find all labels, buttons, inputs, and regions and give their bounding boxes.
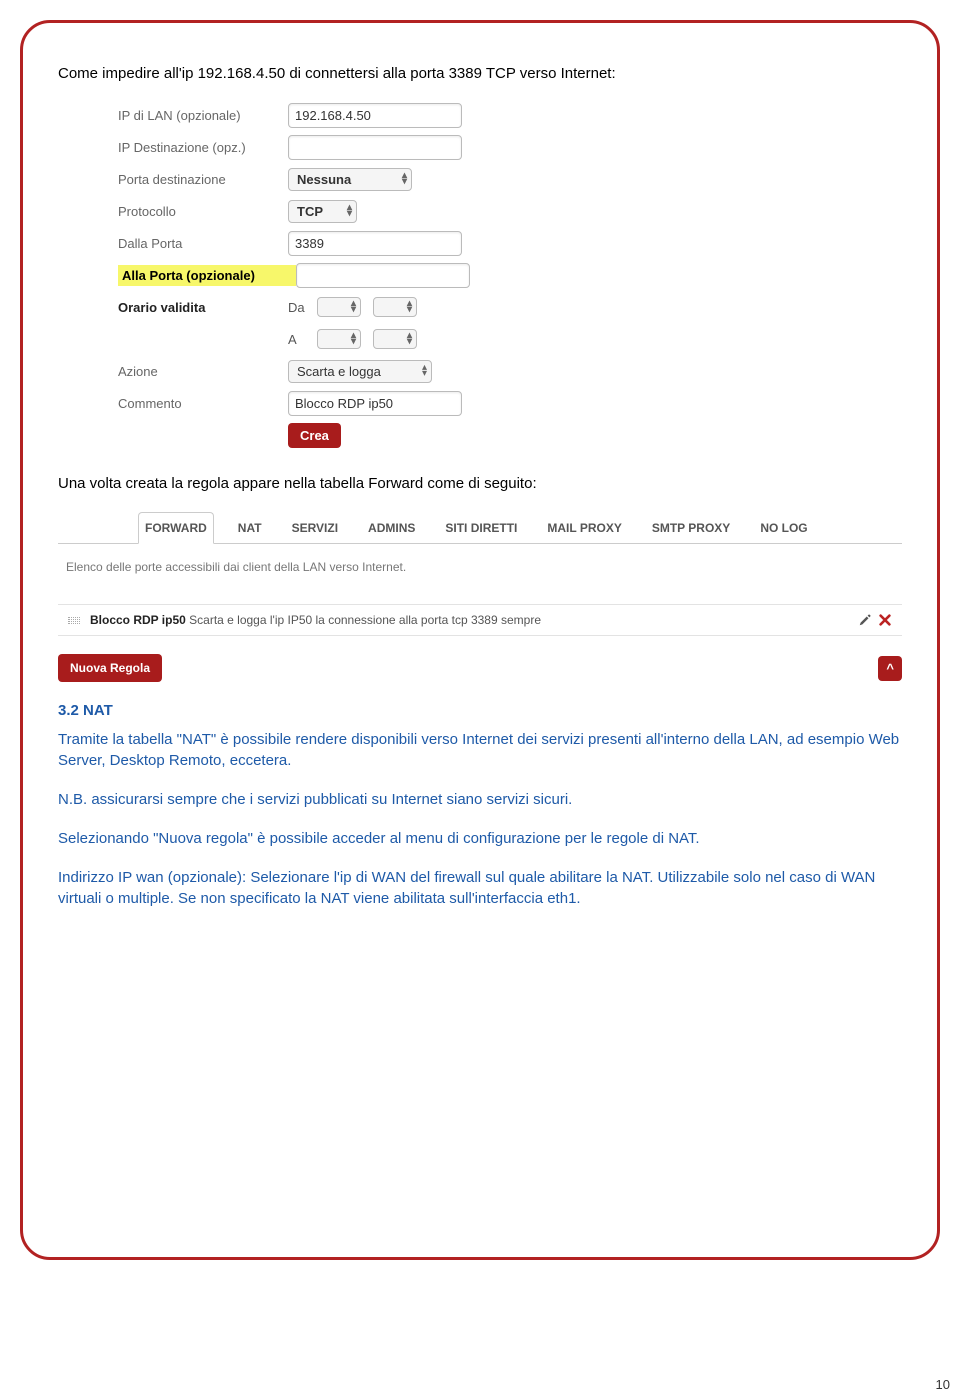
chevron-updown-icon: ▴▾ [407, 301, 412, 313]
label-dest-port: Porta destinazione [118, 172, 288, 187]
select-protocol[interactable]: TCP ▴▾ [288, 200, 357, 223]
tab-nat[interactable]: NAT [232, 513, 268, 543]
tab-siti-diretti[interactable]: SITI DIRETTI [439, 513, 523, 543]
tabs-block: FORWARD NAT SERVIZI ADMINS SITI DIRETTI … [58, 512, 902, 544]
chevron-updown-icon: ▴▾ [402, 173, 407, 185]
rule-text: Blocco RDP ip50 Scarta e logga l'ip IP50… [90, 613, 858, 627]
new-rule-button[interactable]: Nuova Regola [58, 654, 162, 682]
chevron-updown-icon: ▴▾ [347, 205, 352, 217]
page-number: 10 [936, 1377, 950, 1392]
input-comment[interactable] [288, 391, 462, 416]
label-dest-ip: IP Destinazione (opz.) [118, 140, 288, 155]
input-dest-ip[interactable] [288, 135, 462, 160]
collapse-button[interactable]: ^ [878, 656, 902, 681]
nat-paragraph-1: Tramite la tabella "NAT" è possibile ren… [58, 729, 902, 771]
label-comment: Commento [118, 396, 288, 411]
select-action[interactable]: Scarta e logga ▴▾ [288, 360, 432, 383]
intro-text: Come impedire all'ip 192.168.4.50 di con… [58, 63, 902, 84]
create-button[interactable]: Crea [288, 423, 341, 448]
after-form-text: Una volta creata la regola appare nella … [58, 473, 902, 494]
tabs-description: Elenco delle porte accessibili dai clien… [58, 552, 902, 604]
label-from-port: Dalla Porta [118, 236, 288, 251]
tab-smtp-proxy[interactable]: SMTP PROXY [646, 513, 736, 543]
input-from-port[interactable] [288, 231, 462, 256]
chevron-updown-icon: ▴▾ [407, 333, 412, 345]
label-to-port: Alla Porta (opzionale) [118, 265, 296, 286]
tab-mail-proxy[interactable]: MAIL PROXY [541, 513, 627, 543]
chevron-up-icon: ^ [886, 661, 894, 676]
select-validity-a-1[interactable]: ▴▾ [317, 329, 361, 349]
section-heading-nat: 3.2 NAT [58, 702, 902, 719]
edit-icon[interactable] [858, 613, 872, 627]
chevron-updown-icon: ▴▾ [351, 333, 356, 345]
label-da: Da [288, 300, 313, 315]
input-to-port[interactable] [296, 263, 470, 288]
select-validity-da-1[interactable]: ▴▾ [317, 297, 361, 317]
tab-no-log[interactable]: NO LOG [754, 513, 813, 543]
input-lan-ip[interactable] [288, 103, 462, 128]
label-a: A [288, 332, 313, 347]
rule-row: Blocco RDP ip50 Scarta e logga l'ip IP50… [58, 604, 902, 636]
tab-admins[interactable]: ADMINS [362, 513, 421, 543]
delete-icon[interactable] [878, 613, 892, 627]
select-validity-a-2[interactable]: ▴▾ [373, 329, 417, 349]
label-action: Azione [118, 364, 288, 379]
label-lan-ip: IP di LAN (opzionale) [118, 108, 288, 123]
drag-handle-icon[interactable] [68, 617, 80, 624]
select-validity-da-2[interactable]: ▴▾ [373, 297, 417, 317]
firewall-rule-form: IP di LAN (opzionale) IP Destinazione (o… [118, 102, 518, 448]
select-dest-port[interactable]: Nessuna ▴▾ [288, 168, 412, 191]
nat-paragraph-3: Selezionando "Nuova regola" è possibile … [58, 828, 902, 849]
tab-servizi[interactable]: SERVIZI [286, 513, 344, 543]
label-validity: Orario validita [118, 300, 288, 315]
chevron-updown-icon: ▴▾ [351, 301, 356, 313]
nat-paragraph-2: N.B. assicurarsi sempre che i servizi pu… [58, 789, 902, 810]
page-frame: Come impedire all'ip 192.168.4.50 di con… [20, 20, 940, 1260]
chevron-updown-icon: ▴▾ [422, 365, 427, 377]
tab-forward[interactable]: FORWARD [138, 512, 214, 544]
nat-paragraph-4: Indirizzo IP wan (opzionale): Selezionar… [58, 867, 902, 909]
label-protocol: Protocollo [118, 204, 288, 219]
